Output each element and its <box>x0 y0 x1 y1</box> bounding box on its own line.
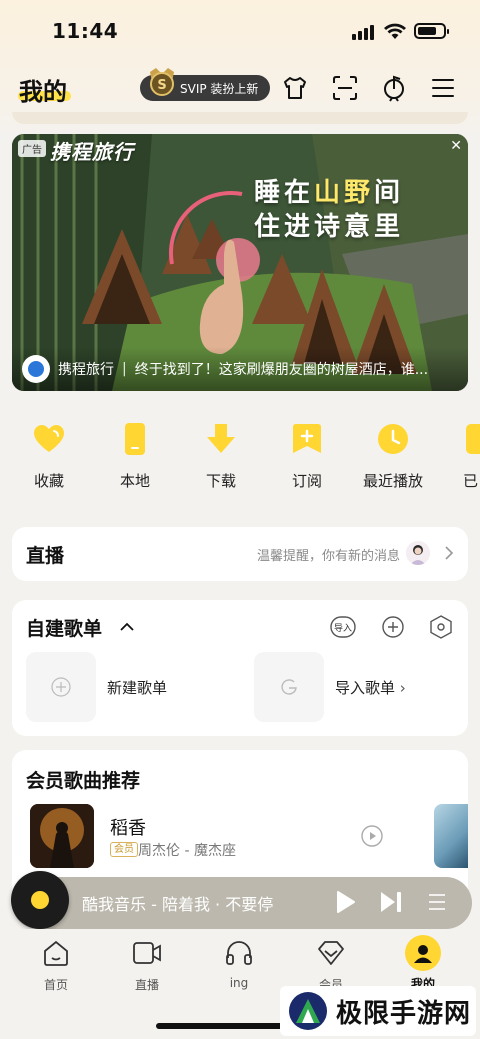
vip-tag-badge: 会员 <box>110 842 138 857</box>
next-song-cover-image[interactable] <box>434 804 468 868</box>
ad-separator: | <box>122 361 127 377</box>
heart-icon <box>34 425 64 452</box>
ad-footer: 携程旅行 | 终于找到了！这家刷爆朋友圈的树屋酒店，谁... <box>12 347 468 391</box>
battery-icon <box>414 23 449 39</box>
next-track-icon[interactable] <box>378 889 404 915</box>
active-tab-indicator <box>405 935 441 971</box>
avatar <box>406 541 430 565</box>
quick-action-subscribe[interactable]: 订阅 <box>271 422 343 491</box>
music-note-icon[interactable] <box>380 74 408 102</box>
new-playlist-label[interactable]: 新建歌单 <box>107 677 167 698</box>
download-icon <box>207 424 235 453</box>
status-time: 11:44 <box>52 19 119 43</box>
tab-live[interactable]: 直播 <box>117 938 177 993</box>
import-playlist-button[interactable] <box>254 652 324 722</box>
headphones-icon <box>226 941 252 965</box>
mini-player-title[interactable]: 酷我音乐 - 陪着我 · 不要停 <box>82 891 273 915</box>
playlist-card: 自建歌单 导入 新建歌单 导入歌单 › <box>12 600 468 736</box>
tab-label: 首页 <box>43 978 68 992</box>
diamond-icon <box>318 941 344 965</box>
svip-crown-icon: S <box>150 68 174 96</box>
ad-tag: 广告 <box>18 140 46 157</box>
live-message: 温馨提醒，你有新的消息 <box>256 549 400 564</box>
ad-brand: 携程旅行 <box>50 140 134 164</box>
quick-action-label: 最近播放 <box>362 472 423 490</box>
quick-action-recent[interactable]: 最近播放 <box>357 422 429 491</box>
tab-label: ing <box>229 976 249 990</box>
song-cover-image[interactable] <box>30 804 94 868</box>
album-disc-icon[interactable] <box>11 871 69 929</box>
ad-source: 携程旅行 <box>58 362 114 378</box>
quick-action-label: 订阅 <box>291 472 322 490</box>
header-divider <box>12 112 468 124</box>
song-name[interactable]: 稻香 <box>110 814 146 840</box>
vip-songs-title: 会员歌曲推荐 <box>26 770 141 792</box>
quick-action-favorites[interactable]: 收藏 <box>13 422 85 491</box>
quick-action-label: 已 <box>463 472 479 490</box>
svip-badge-letter: S <box>157 78 166 93</box>
chevron-right-icon <box>445 546 454 560</box>
add-playlist-icon[interactable] <box>380 614 406 640</box>
watermark-text: 极限手游网 <box>336 998 472 1029</box>
ad-slogan-line2: 住进诗意里 <box>254 212 405 242</box>
status-bar: 11:44 <box>0 0 480 60</box>
watermark-logo-icon <box>289 992 327 1030</box>
live-title: 直播 <box>26 545 65 567</box>
quick-action-label: 本地 <box>119 472 150 490</box>
tab-label: 直播 <box>134 978 159 992</box>
song-artist: 周杰伦 - 魔杰座 <box>138 843 236 859</box>
play-icon[interactable] <box>332 889 358 915</box>
tab-mine[interactable]: 我的 <box>393 935 453 992</box>
phone-icon <box>125 423 145 455</box>
live-card[interactable]: 直播 温馨提醒，你有新的消息 <box>12 527 468 581</box>
wifi-icon <box>384 23 406 39</box>
page-title: 我的 <box>19 78 67 106</box>
new-playlist-button[interactable] <box>26 652 96 722</box>
home-icon <box>44 940 68 966</box>
tab-vip[interactable]: 会员 <box>301 938 361 993</box>
ad-banner[interactable]: 广告 携程旅行 ✕ 睡在山野间 住进诗意里 携程旅行 | 终于找到了！这家刷爆朋… <box>12 134 468 391</box>
ad-caption: 终于找到了！这家刷爆朋友圈的树屋酒店，谁... <box>134 362 429 378</box>
import-playlist-icon <box>281 679 297 695</box>
playlist-queue-icon[interactable] <box>424 889 450 915</box>
ad-logo-icon <box>22 355 50 383</box>
quick-action-download[interactable]: 下载 <box>185 422 257 491</box>
clock-icon <box>378 424 408 454</box>
quick-action-label: 收藏 <box>33 472 64 490</box>
svg-text:导入: 导入 <box>334 623 352 634</box>
purchased-icon <box>466 424 480 454</box>
menu-icon[interactable] <box>429 74 457 102</box>
plus-icon <box>51 677 71 697</box>
watermark: 极限手游网 <box>280 986 476 1036</box>
import-icon[interactable]: 导入 <box>330 614 356 640</box>
settings-icon[interactable] <box>428 614 454 640</box>
play-circle-icon[interactable] <box>360 824 384 848</box>
cellular-signal-icon <box>352 24 376 40</box>
tshirt-icon[interactable] <box>281 74 309 102</box>
subscribe-icon <box>293 424 321 453</box>
chevron-up-icon[interactable] <box>120 622 134 632</box>
ad-close-icon[interactable]: ✕ <box>450 138 462 154</box>
ad-slogan-line1: 睡在山野间 <box>254 178 405 208</box>
tab-ing[interactable]: ing <box>209 938 269 990</box>
tab-home[interactable]: 首页 <box>26 938 86 993</box>
quick-action-local[interactable]: 本地 <box>99 422 171 491</box>
scan-icon[interactable] <box>331 74 359 102</box>
quick-action-label: 下载 <box>205 472 236 490</box>
svip-label: SVIP 装扮上新 <box>180 81 259 96</box>
import-playlist-label[interactable]: 导入歌单 › <box>335 677 406 698</box>
playlist-title: 自建歌单 <box>26 618 103 640</box>
profile-icon <box>414 945 432 963</box>
video-icon <box>133 942 161 964</box>
quick-action-purchased[interactable]: 已 <box>443 422 480 491</box>
